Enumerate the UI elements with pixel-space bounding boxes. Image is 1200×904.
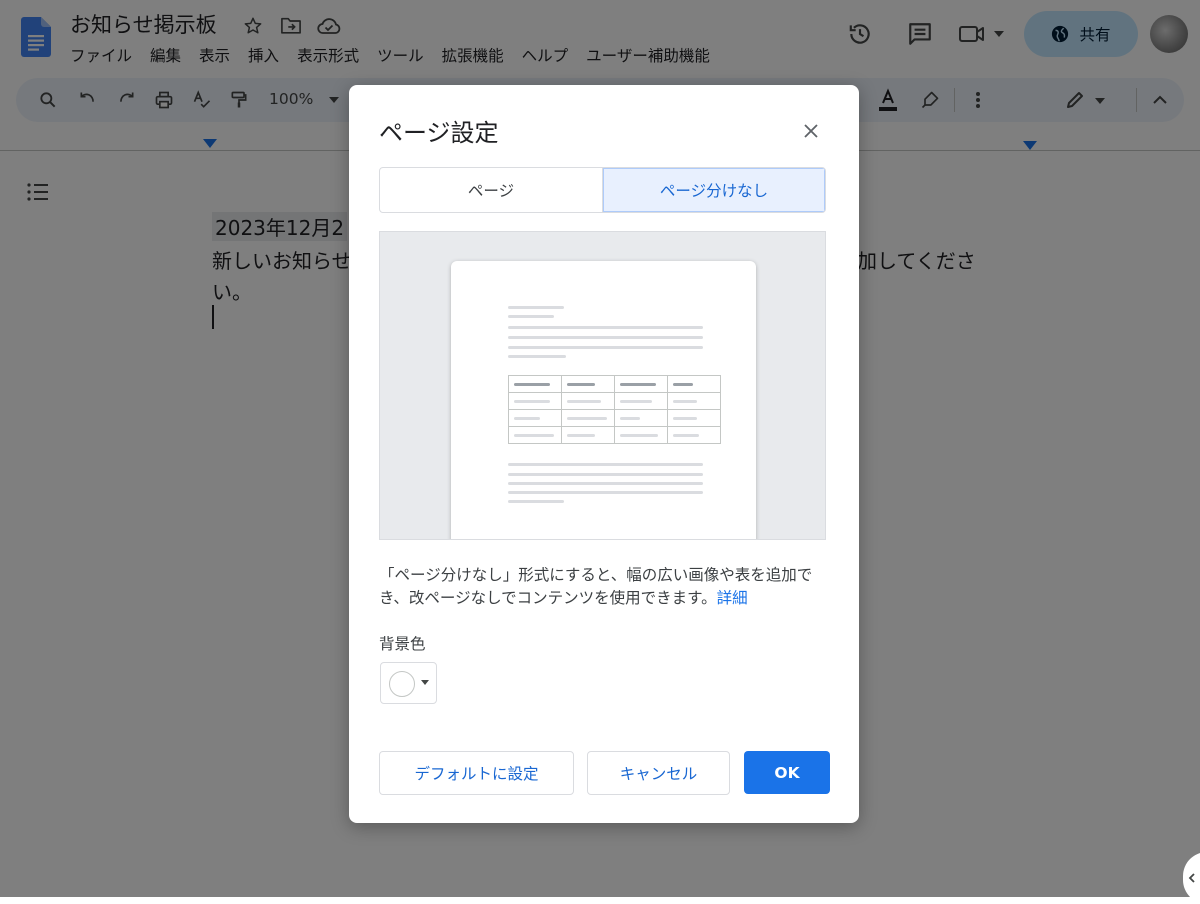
page-format-toggle: ページ ページ分けなし xyxy=(379,167,826,213)
dialog-title: ページ設定 xyxy=(379,119,499,147)
background-color-label: 背景色 xyxy=(379,635,426,653)
preview-page xyxy=(451,261,756,539)
set-as-default-button[interactable]: デフォルトに設定 xyxy=(379,751,574,795)
tab-pageless[interactable]: ページ分けなし xyxy=(603,168,825,212)
preview-table xyxy=(508,375,721,444)
pageless-description: 「ページ分けなし」形式にすると、幅の広い画像や表を追加でき、改ページなしでコンテ… xyxy=(379,564,829,610)
background-color-picker[interactable] xyxy=(380,662,437,704)
color-swatch xyxy=(389,671,415,697)
close-icon[interactable] xyxy=(795,115,827,147)
format-preview xyxy=(379,231,826,540)
tab-pages[interactable]: ページ xyxy=(380,168,603,212)
cancel-button[interactable]: キャンセル xyxy=(587,751,730,795)
ok-button[interactable]: OK xyxy=(744,751,830,794)
chevron-down-icon xyxy=(421,680,429,685)
page-setup-dialog: ページ設定 ページ ページ分けなし 「ページ分けなし」形式にすると、幅の広い画像… xyxy=(349,85,859,823)
learn-more-link[interactable]: 詳細 xyxy=(717,589,748,607)
